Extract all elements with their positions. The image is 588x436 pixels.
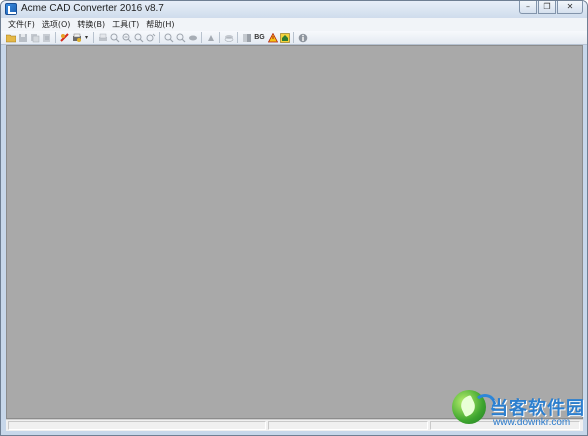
toolbar-separator: [219, 32, 220, 43]
toolbar-separator: [159, 32, 160, 43]
warning-icon[interactable]: [267, 32, 278, 43]
zoom-previous-icon[interactable]: [175, 32, 186, 43]
print-setup-icon[interactable]: [71, 32, 82, 43]
export-icon[interactable]: [41, 32, 52, 43]
window-title: Acme CAD Converter 2016 v8.7: [21, 3, 164, 14]
app-window: Acme CAD Converter 2016 v8.7 – ❐ ✕ 文件(F)…: [0, 0, 588, 436]
title-bar[interactable]: Acme CAD Converter 2016 v8.7 – ❐ ✕: [1, 1, 587, 18]
about-icon[interactable]: [297, 32, 308, 43]
toolbar-separator: [237, 32, 238, 43]
layers-icon[interactable]: [223, 32, 234, 43]
window-controls: – ❐ ✕: [519, 1, 583, 14]
batch-convert-icon[interactable]: [29, 32, 40, 43]
app-icon[interactable]: [5, 3, 17, 15]
zoom-in-icon[interactable]: [109, 32, 120, 43]
menu-options[interactable]: 选项(O): [39, 18, 75, 31]
open-folder-icon[interactable]: [5, 32, 16, 43]
black-white-icon[interactable]: [241, 32, 252, 43]
zoom-out-icon[interactable]: [121, 32, 132, 43]
drawing-workspace[interactable]: [6, 45, 583, 419]
watermark-url: www.downkr.com: [493, 417, 571, 428]
zoom-window-icon[interactable]: [133, 32, 144, 43]
toolbar-separator: [293, 32, 294, 43]
pan-icon[interactable]: [187, 32, 198, 43]
watermark-logo-icon: [452, 390, 496, 424]
regen-icon[interactable]: [205, 32, 216, 43]
menu-file[interactable]: 文件(F): [5, 18, 39, 31]
watermark: 当客软件园 www.downkr.com: [450, 388, 586, 434]
background-color-button[interactable]: BG: [253, 32, 266, 43]
menu-help[interactable]: 帮助(H): [143, 18, 178, 31]
close-button[interactable]: ✕: [557, 1, 583, 14]
save-icon[interactable]: [17, 32, 28, 43]
minimize-button[interactable]: –: [519, 1, 537, 14]
print-icon[interactable]: [97, 32, 108, 43]
status-pane-main: [8, 421, 266, 430]
toolbar: ▾ BG: [1, 31, 587, 45]
toolbar-separator: [201, 32, 202, 43]
restore-button[interactable]: ❐: [538, 1, 556, 14]
menu-bar: 文件(F) 选项(O) 转换(B) 工具(T) 帮助(H): [1, 18, 587, 31]
dropdown-arrow-icon[interactable]: ▾: [83, 32, 90, 43]
zoom-extents-icon[interactable]: [163, 32, 174, 43]
zoom-realtime-icon[interactable]: [145, 32, 156, 43]
status-pane-coords: [268, 421, 428, 430]
home-icon[interactable]: [279, 32, 290, 43]
menu-convert[interactable]: 转换(B): [74, 18, 109, 31]
toolbar-separator: [93, 32, 94, 43]
layer-tool-icon[interactable]: [59, 32, 70, 43]
menu-tools[interactable]: 工具(T): [109, 18, 143, 31]
toolbar-separator: [55, 32, 56, 43]
